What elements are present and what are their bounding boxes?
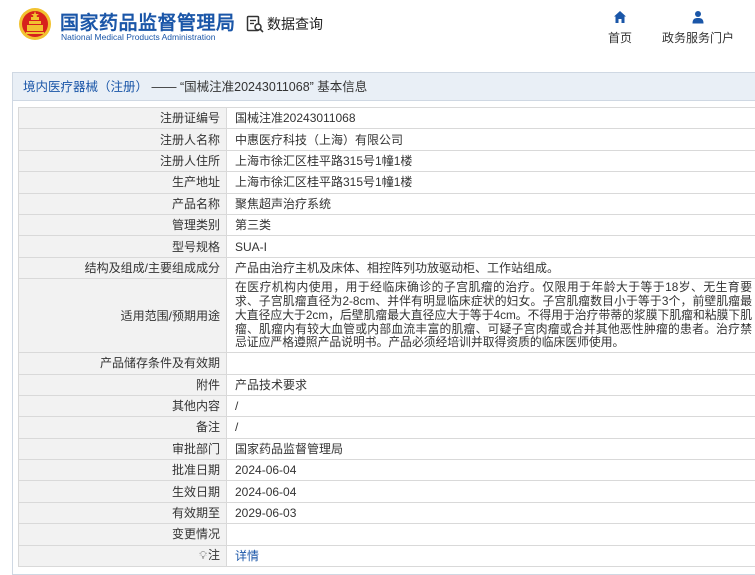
field-value: 上海市徐汇区桂平路315号1幢1楼 xyxy=(226,171,755,194)
table-row: 适用范围/预期用途 在医疗机构内使用，用于经临床确诊的子宫肌瘤的治疗。仅限用于年… xyxy=(18,278,755,354)
field-value: 聚焦超声治疗系统 xyxy=(226,192,755,215)
field-value-note: 详情 xyxy=(226,544,755,568)
field-label: 产品储存条件及有效期 xyxy=(18,352,227,375)
field-value: 产品由治疗主机及床体、相控阵列功放驱动柜、工作站组成。 xyxy=(226,256,755,280)
field-value: / xyxy=(226,416,755,439)
field-value: 产品技术要求 xyxy=(226,373,755,396)
field-label: 注册人住所 xyxy=(18,149,227,173)
field-label: 注册证编号 xyxy=(18,106,227,130)
info-table: 注册证编号 国械注准20243011068 注册人名称 中惠医疗科技（上海）有限… xyxy=(18,106,755,568)
panel-title-text: —— “国械注准20243011068” 基本信息 xyxy=(148,80,368,94)
field-label: 产品名称 xyxy=(18,192,227,215)
field-label-note: 💡︎注 xyxy=(18,544,227,568)
field-value: 上海市徐汇区桂平路315号1幢1楼 xyxy=(226,149,755,173)
info-panel: 境内医疗器械（注册） —— “国械注准20243011068” 基本信息 注册证… xyxy=(12,72,755,575)
field-value: 2024-06-04 xyxy=(226,480,755,503)
nav-home[interactable]: 首页 xyxy=(608,10,632,46)
data-query-label: 数据查询 xyxy=(267,16,323,32)
home-icon xyxy=(614,11,626,23)
table-row: 产品储存条件及有效期 xyxy=(18,352,755,375)
table-row: 注册人住所 上海市徐汇区桂平路315号1幢1楼 xyxy=(18,149,755,173)
lightbulb-icon: 💡︎ xyxy=(199,550,207,563)
field-value: 第三类 xyxy=(226,213,755,237)
field-label: 适用范围/预期用途 xyxy=(18,278,227,354)
site-title[interactable]: 国家药品监督管理局 xyxy=(60,8,236,35)
nmpa-emblem-icon[interactable] xyxy=(18,7,52,41)
site-header: 国家药品监督管理局 National Medical Products Admi… xyxy=(0,0,755,56)
nav-gov-portal[interactable]: 政务服务门户 xyxy=(662,10,734,46)
nav-home-label: 首页 xyxy=(608,31,633,45)
field-value: 国家药品监督管理局 xyxy=(226,437,755,461)
field-label: 其他内容 xyxy=(18,394,227,418)
table-row: 管理类别 第三类 xyxy=(18,213,755,237)
field-value: SUA-I xyxy=(226,235,755,258)
table-row: 注册人名称 中惠医疗科技（上海）有限公司 xyxy=(18,128,755,151)
details-link[interactable]: 详情 xyxy=(235,549,259,563)
field-value xyxy=(226,352,755,375)
field-label: 注册人名称 xyxy=(18,128,227,151)
field-label: 管理类别 xyxy=(18,213,227,237)
table-row: 批准日期 2024-06-04 xyxy=(18,459,755,482)
table-row: 有效期至 2029-06-03 xyxy=(18,501,755,525)
field-label: 附件 xyxy=(18,373,227,396)
field-label: 批准日期 xyxy=(18,459,227,482)
field-label: 变更情况 xyxy=(18,523,227,546)
field-label: 有效期至 xyxy=(18,501,227,525)
field-value: 2024-06-04 xyxy=(226,459,755,482)
panel-title: 境内医疗器械（注册） —— “国械注准20243011068” 基本信息 xyxy=(13,73,755,101)
field-label: 生产地址 xyxy=(18,171,227,194)
site-title-en[interactable]: National Medical Products Administration xyxy=(61,32,216,42)
field-value: 中惠医疗科技（上海）有限公司 xyxy=(226,128,755,151)
table-row-note: 💡︎注 详情 xyxy=(18,544,755,568)
field-value xyxy=(226,523,755,546)
document-search-icon xyxy=(246,15,264,33)
field-label: 生效日期 xyxy=(18,480,227,503)
field-label: 审批部门 xyxy=(18,437,227,461)
field-value: 国械注准20243011068 xyxy=(226,106,755,130)
field-value: 在医疗机构内使用，用于经临床确诊的子宫肌瘤的治疗。仅限用于年龄大于等于18岁、无… xyxy=(226,278,755,354)
data-query-link[interactable]: 数据查询 xyxy=(245,14,323,34)
field-label: 结构及组成/主要组成成分 xyxy=(18,256,227,280)
table-row: 备注 / xyxy=(18,416,755,439)
table-row: 其他内容 / xyxy=(18,394,755,418)
field-label: 备注 xyxy=(18,416,227,439)
field-label: 型号规格 xyxy=(18,235,227,258)
note-label: 注 xyxy=(207,548,220,563)
table-row: 生效日期 2024-06-04 xyxy=(18,480,755,503)
user-icon xyxy=(692,11,704,24)
table-row: 注册证编号 国械注准20243011068 xyxy=(18,106,755,130)
table-row: 审批部门 国家药品监督管理局 xyxy=(18,437,755,461)
table-row: 附件 产品技术要求 xyxy=(18,373,755,396)
table-row: 型号规格 SUA-I xyxy=(18,235,755,258)
table-row: 结构及组成/主要组成成分 产品由治疗主机及床体、相控阵列功放驱动柜、工作站组成。 xyxy=(18,256,755,280)
nav-gov-label: 政务服务门户 xyxy=(662,31,735,45)
table-row: 变更情况 xyxy=(18,523,755,546)
table-row: 生产地址 上海市徐汇区桂平路315号1幢1楼 xyxy=(18,171,755,194)
breadcrumb[interactable]: 境内医疗器械（注册） xyxy=(23,80,148,94)
field-value: / xyxy=(226,394,755,418)
table-row: 产品名称 聚焦超声治疗系统 xyxy=(18,192,755,215)
field-value: 2029-06-03 xyxy=(226,501,755,525)
